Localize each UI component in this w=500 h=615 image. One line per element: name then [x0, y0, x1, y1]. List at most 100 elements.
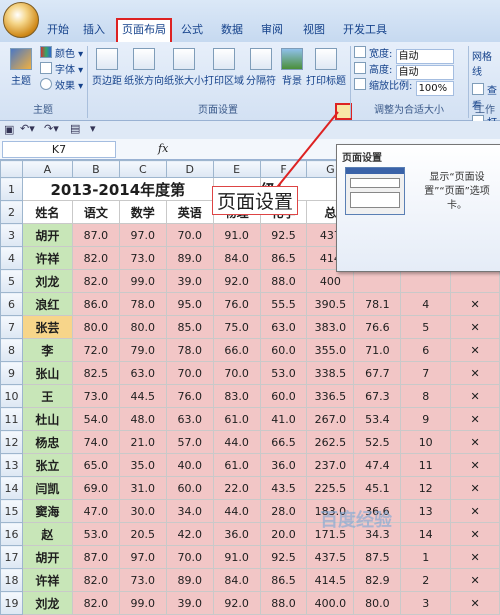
column-title-cell[interactable]: 语文 — [71, 200, 120, 224]
score-cell[interactable]: 69.0 — [71, 476, 120, 500]
fonts-button[interactable]: 字体 ▾ — [40, 62, 83, 78]
score-cell[interactable]: 82.0 — [71, 591, 120, 615]
rank-cell[interactable]: 8 — [400, 384, 452, 408]
score-cell[interactable]: 76.6 — [353, 315, 402, 339]
score-cell[interactable]: 42.0 — [165, 522, 214, 546]
row-header[interactable]: 5 — [0, 269, 23, 293]
score-cell[interactable]: 92.5 — [259, 223, 308, 247]
score-cell[interactable]: 83.0 — [212, 384, 261, 408]
score-cell[interactable]: 65.0 — [71, 453, 120, 477]
print-titles-button[interactable]: 打印标题 — [306, 48, 346, 87]
mark-cell[interactable]: ✕ — [450, 292, 500, 316]
row-header[interactable]: 3 — [0, 223, 23, 247]
row-header[interactable]: 16 — [0, 522, 23, 546]
name-cell[interactable]: 李 — [21, 338, 73, 362]
row-header[interactable]: 7 — [0, 315, 23, 339]
colors-button[interactable]: 颜色 ▾ — [40, 46, 83, 62]
score-cell[interactable]: 39.0 — [165, 269, 214, 293]
score-cell[interactable]: 82.0 — [71, 568, 120, 592]
tab-formulas[interactable]: 公式 — [174, 20, 210, 40]
redo-icon[interactable]: ↷▾ — [44, 122, 59, 135]
rank-cell[interactable]: 1 — [400, 545, 452, 569]
score-cell[interactable]: 78.1 — [353, 292, 402, 316]
rank-cell[interactable]: 11 — [400, 453, 452, 477]
name-cell[interactable]: 胡开 — [21, 223, 73, 247]
score-cell[interactable]: 355.0 — [306, 338, 355, 362]
score-cell[interactable]: 60.0 — [259, 338, 308, 362]
name-cell[interactable]: 胡开 — [21, 545, 73, 569]
rank-cell[interactable]: 6 — [400, 338, 452, 362]
name-cell[interactable]: 许祥 — [21, 246, 73, 270]
score-cell[interactable]: 91.0 — [212, 545, 261, 569]
tab-insert[interactable]: 插入 — [78, 20, 110, 40]
score-cell[interactable]: 80.0 — [118, 315, 167, 339]
score-cell[interactable]: 85.0 — [165, 315, 214, 339]
rank-cell[interactable]: 5 — [400, 315, 452, 339]
score-cell[interactable]: 262.5 — [306, 430, 355, 454]
score-cell[interactable]: 71.0 — [353, 338, 402, 362]
score-cell[interactable]: 76.0 — [165, 384, 214, 408]
score-cell[interactable]: 86.5 — [259, 246, 308, 270]
score-cell[interactable]: 225.5 — [306, 476, 355, 500]
rank-cell[interactable]: 7 — [400, 361, 452, 385]
column-title-cell[interactable]: 数学 — [118, 200, 167, 224]
name-cell[interactable]: 许祥 — [21, 568, 73, 592]
score-cell[interactable]: 91.0 — [212, 223, 261, 247]
rank-cell[interactable]: 9 — [400, 407, 452, 431]
rank-cell[interactable]: 2 — [400, 568, 452, 592]
insert-function-icon[interactable]: fx — [158, 141, 178, 156]
size-button[interactable]: 纸张大小 — [164, 48, 204, 87]
score-cell[interactable]: 43.5 — [259, 476, 308, 500]
score-cell[interactable]: 92.0 — [212, 269, 261, 293]
score-cell[interactable]: 82.5 — [71, 361, 120, 385]
row-header[interactable]: 9 — [0, 361, 23, 385]
score-cell[interactable]: 87.5 — [353, 545, 402, 569]
score-cell[interactable]: 35.0 — [118, 453, 167, 477]
score-cell[interactable]: 20.5 — [118, 522, 167, 546]
score-cell[interactable]: 73.0 — [118, 246, 167, 270]
score-cell[interactable]: 63.0 — [259, 315, 308, 339]
score-cell[interactable]: 414.5 — [306, 568, 355, 592]
mark-cell[interactable]: ✕ — [450, 568, 500, 592]
score-cell[interactable]: 67.7 — [353, 361, 402, 385]
column-header-E[interactable]: E — [212, 160, 261, 178]
row-header[interactable]: 13 — [0, 453, 23, 477]
score-cell[interactable]: 31.0 — [118, 476, 167, 500]
sheet-title-cell[interactable]: 2013-2014年度第 — [21, 177, 214, 201]
score-cell[interactable]: 63.0 — [118, 361, 167, 385]
mark-cell[interactable]: ✕ — [450, 522, 500, 546]
score-cell[interactable]: 28.0 — [259, 499, 308, 523]
score-cell[interactable]: 70.0 — [212, 361, 261, 385]
column-title-cell[interactable]: 姓名 — [21, 200, 73, 224]
score-cell[interactable]: 30.0 — [118, 499, 167, 523]
score-cell[interactable]: 45.1 — [353, 476, 402, 500]
score-cell[interactable]: 52.5 — [353, 430, 402, 454]
column-header-B[interactable]: B — [71, 160, 120, 178]
score-cell[interactable]: 76.0 — [212, 292, 261, 316]
name-cell[interactable]: 刘龙 — [21, 591, 73, 615]
name-cell[interactable]: 张山 — [21, 361, 73, 385]
mark-cell[interactable]: ✕ — [450, 430, 500, 454]
row-header[interactable]: 12 — [0, 430, 23, 454]
row-header[interactable]: 11 — [0, 407, 23, 431]
row-header[interactable]: 8 — [0, 338, 23, 362]
save-icon[interactable]: ▣ — [4, 123, 14, 136]
score-cell[interactable]: 53.0 — [259, 361, 308, 385]
tab-developer[interactable]: 开发工具 — [338, 20, 392, 40]
tab-home[interactable]: 开始 — [42, 20, 74, 40]
column-header-C[interactable]: C — [118, 160, 167, 178]
score-cell[interactable]: 84.0 — [212, 568, 261, 592]
score-cell[interactable]: 60.0 — [165, 476, 214, 500]
rank-cell[interactable]: 14 — [400, 522, 452, 546]
score-cell[interactable]: 70.0 — [165, 545, 214, 569]
score-cell[interactable]: 86.5 — [259, 568, 308, 592]
rank-cell[interactable]: 12 — [400, 476, 452, 500]
background-button[interactable]: 背景 — [278, 48, 306, 87]
score-cell[interactable]: 87.0 — [71, 545, 120, 569]
tab-data[interactable]: 数据 — [214, 20, 250, 40]
column-title-cell[interactable]: 英语 — [165, 200, 214, 224]
name-box[interactable]: K7 — [2, 141, 116, 158]
score-cell[interactable]: 44.0 — [212, 430, 261, 454]
rank-cell[interactable]: 13 — [400, 499, 452, 523]
name-cell[interactable]: 赵 — [21, 522, 73, 546]
